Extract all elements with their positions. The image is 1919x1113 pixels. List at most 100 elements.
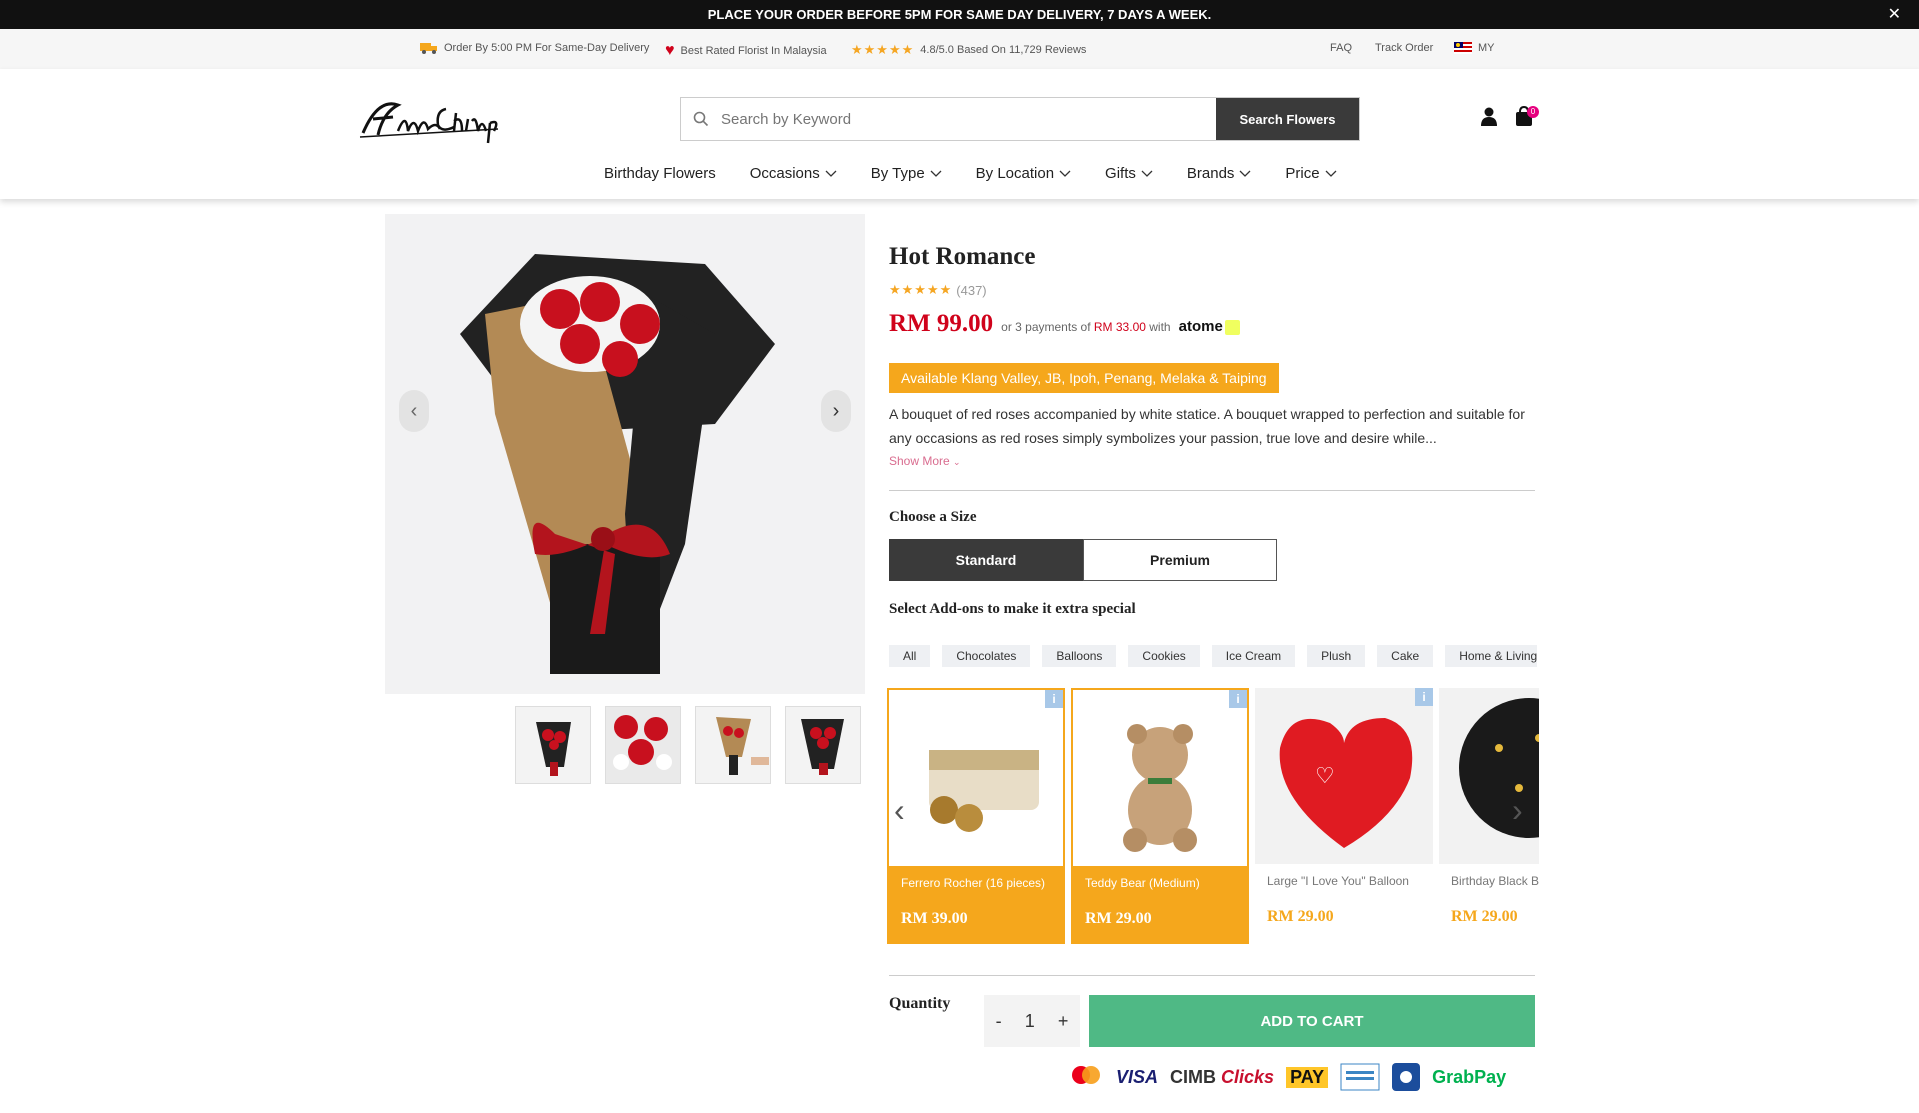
size-selector: Standard Premium [889, 539, 1277, 581]
search-icon [681, 98, 721, 140]
chevron-down-icon [1141, 170, 1153, 177]
addon-price: RM 29.00 [1451, 908, 1518, 925]
tab-plush[interactable]: Plush [1307, 645, 1366, 667]
addon-category-tabs: All Chocolates Balloons Cookies Ice Crea… [889, 645, 1537, 669]
tab-all[interactable]: All [889, 645, 931, 667]
addon-info: Large "I Love You" Balloon RM 29.00 [1255, 864, 1433, 944]
nav-occasions[interactable]: Occasions [750, 165, 837, 182]
nav-by-type[interactable]: By Type [871, 165, 942, 182]
tab-ice-cream[interactable]: Ice Cream [1211, 645, 1296, 667]
country-selector[interactable]: MY [1454, 42, 1495, 54]
addon-info: Ferrero Rocher (16 pieces) RM 39.00 [889, 866, 1063, 944]
addon-price: RM 39.00 [901, 910, 968, 927]
quantity-plus-button[interactable]: + [1058, 1011, 1069, 1032]
nav-label: Occasions [749, 165, 820, 182]
florist-info: ♥ Best Rated Florist In Malaysia [665, 42, 827, 60]
add-to-cart-button[interactable]: ADD TO CART [1089, 995, 1535, 1047]
prev-image-button[interactable]: ‹ [399, 390, 429, 432]
installment-info: or 3 payments of RM 33.00 with [1001, 320, 1170, 334]
chevron-right-icon: › [832, 399, 840, 422]
product-description: A bouquet of red roses accompanied by wh… [889, 406, 1525, 446]
quantity-minus-button[interactable]: - [996, 1011, 1002, 1032]
promo-banner: PLACE YOUR ORDER BEFORE 5PM FOR SAME DAY… [0, 0, 1919, 29]
nav-label: Gifts [1105, 165, 1136, 182]
thumbnail-4[interactable] [785, 706, 861, 784]
delivery-text: Order By 5:00 PM For Same-Day Delivery [444, 42, 650, 54]
truck-icon [420, 43, 437, 54]
next-image-button[interactable]: › [821, 390, 851, 432]
thumbnail-1[interactable] [515, 706, 591, 784]
chevron-down-icon [930, 170, 942, 177]
addon-image [889, 690, 1063, 866]
nav-birthday-flowers[interactable]: Birthday Flowers [604, 165, 716, 182]
user-icon[interactable] [1480, 107, 1498, 127]
addons-carousel: i Ferrero Rocher (16 pieces) RM 39.00 i … [887, 688, 1539, 944]
tab-chocolates[interactable]: Chocolates [942, 645, 1031, 667]
chevron-down-icon [1325, 170, 1337, 177]
addon-image: ♡ [1255, 688, 1433, 864]
flowerchimp-logo[interactable] [358, 93, 503, 149]
addon-info: Teddy Bear (Medium) RM 29.00 [1073, 866, 1247, 944]
reviews-text: 4.8/5.0 Based On 11,729 Reviews [920, 44, 1087, 56]
heart-icon: ♥ [665, 42, 675, 59]
nav-by-location[interactable]: By Location [976, 165, 1071, 182]
tab-cake[interactable]: Cake [1377, 645, 1434, 667]
addon-image [1073, 690, 1247, 866]
touch-n-go-icon [1392, 1063, 1421, 1091]
review-count: (437) [956, 282, 987, 298]
mastercard-icon [1072, 1066, 1100, 1084]
quantity-value[interactable]: 1 [1025, 1011, 1035, 1032]
chevron-down-icon [1239, 170, 1251, 177]
product-image[interactable]: ‹ › [385, 214, 865, 694]
show-more-text: Show More [889, 454, 950, 468]
search-input[interactable] [721, 98, 1216, 140]
addon-price: RM 29.00 [1085, 910, 1152, 927]
product-price: RM 99.00 [889, 310, 994, 337]
florist-text: Best Rated Florist In Malaysia [680, 45, 827, 57]
info-icon[interactable]: i [1229, 690, 1247, 708]
search-bar: Search Flowers [680, 97, 1360, 141]
nav-label: Price [1285, 165, 1320, 182]
grabpay-logo: GrabPay [1432, 1066, 1507, 1087]
clicks-text: Clicks [1221, 1066, 1275, 1087]
thumbnail-2[interactable] [605, 706, 681, 784]
chevron-left-icon: ‹ [410, 399, 418, 422]
delivery-info: Order By 5:00 PM For Same-Day Delivery [420, 42, 649, 54]
chevron-down-icon [1059, 170, 1071, 177]
addon-card[interactable]: i Ferrero Rocher (16 pieces) RM 39.00 [887, 688, 1065, 944]
tab-cookies[interactable]: Cookies [1128, 645, 1200, 667]
visa-logo: VISA [1116, 1066, 1159, 1087]
addon-name: Large "I Love You" Balloon [1267, 874, 1409, 888]
search-flowers-button[interactable]: Search Flowers [1216, 98, 1359, 140]
tab-balloons[interactable]: Balloons [1042, 645, 1117, 667]
chevron-right-icon: › [1512, 792, 1523, 828]
info-icon[interactable]: i [1045, 690, 1063, 708]
close-icon[interactable]: ✕ [1888, 4, 1901, 24]
nav-brands[interactable]: Brands [1187, 165, 1252, 182]
nav-gifts[interactable]: Gifts [1105, 165, 1153, 182]
reviews-info: ★★★★★ 4.8/5.0 Based On 11,729 Reviews [851, 42, 1086, 58]
main-nav: Birthday Flowers Occasions By Type By Lo… [604, 165, 1337, 182]
bouquet-image [460, 254, 775, 674]
addons-next-button[interactable]: › [1512, 792, 1523, 829]
product-rating[interactable]: ★★★★★ (437) [889, 282, 987, 298]
rating-stars: ★★★★★ [851, 42, 915, 57]
show-more-link[interactable]: Show More ⌄ [889, 454, 961, 468]
nav-label: By Type [870, 165, 925, 182]
addons-prev-button[interactable]: ‹ [894, 792, 905, 829]
tab-home-living[interactable]: Home & Living [1445, 645, 1537, 667]
track-order-link[interactable]: Track Order [1375, 42, 1433, 54]
size-standard-button[interactable]: Standard [889, 539, 1083, 581]
size-premium-button[interactable]: Premium [1083, 539, 1277, 581]
size-label: Choose a Size [889, 509, 977, 525]
nav-price[interactable]: Price [1285, 165, 1337, 182]
thumbnail-3[interactable] [695, 706, 771, 784]
addon-card[interactable]: Birthday Black Balloon RM 29.00 [1439, 688, 1539, 944]
info-icon[interactable]: i [1415, 688, 1433, 706]
chevron-down-icon: ⌄ [953, 457, 961, 467]
addon-price: RM 29.00 [1267, 908, 1334, 925]
payment-methods: VISA CIMB Clicks PAY GrabPay [1068, 1063, 1506, 1091]
faq-link[interactable]: FAQ [1330, 42, 1352, 54]
addon-card[interactable]: ♡ i Large "I Love You" Balloon RM 29.00 [1255, 688, 1433, 944]
addon-card[interactable]: i Teddy Bear (Medium) RM 29.00 [1071, 688, 1249, 944]
